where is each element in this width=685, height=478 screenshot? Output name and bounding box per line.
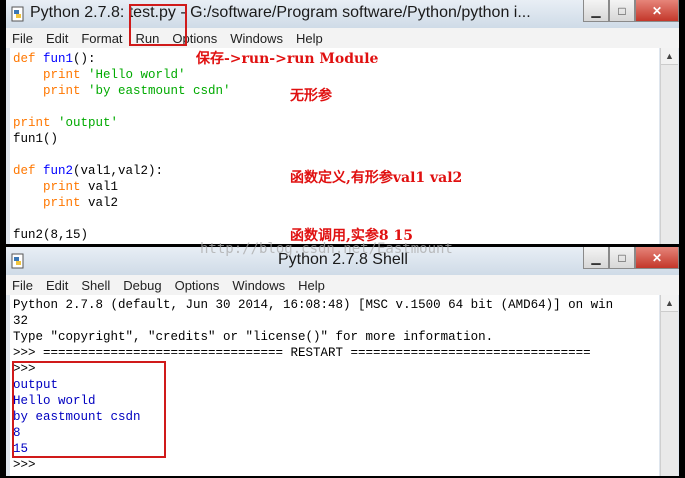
code-text: (val1,val2):: [73, 164, 164, 178]
code-line: print 'Hello world': [13, 67, 186, 83]
code-line: def fun1():: [13, 51, 96, 67]
python-file-icon: [11, 6, 24, 22]
annotation-save-run: 保存->run->run Module: [196, 51, 379, 67]
minimize-button[interactable]: ▁: [583, 247, 609, 269]
menu-file[interactable]: File: [12, 278, 33, 293]
code-line: fun2(8,15): [13, 228, 89, 242]
maximize-icon: □: [618, 3, 626, 18]
maximize-button[interactable]: □: [609, 247, 635, 269]
shell-restart-line: >>> ================================ RES…: [13, 346, 591, 360]
highlight-box-output: [12, 361, 166, 458]
scroll-up-icon[interactable]: ▲: [661, 48, 678, 65]
editor-menubar: File Edit Format Run Options Windows Hel…: [6, 28, 679, 48]
editor-window-title: Python 2.7.8: test.py - G:/software/Prog…: [30, 4, 531, 22]
minimize-icon: ▁: [591, 3, 601, 18]
title-path: - G:/software/Program software/Python/py…: [175, 4, 531, 21]
code-line: print 'by eastmount csdn': [13, 83, 231, 99]
menu-windows[interactable]: Windows: [232, 278, 285, 293]
code-text: val2: [88, 196, 119, 210]
function-name: fun1: [43, 52, 74, 66]
shell-banner-line: 32: [13, 314, 29, 328]
menu-help[interactable]: Help: [298, 278, 325, 293]
highlight-box-filename-run: [129, 4, 187, 46]
shell-window-controls: ▁ □ ✕: [583, 247, 679, 269]
keyword: print: [13, 180, 89, 194]
annotation-func-def: 函数定义,有形参val1 val2: [290, 170, 463, 186]
shell-banner-line: Type "copyright", "credits" or "license(…: [13, 330, 494, 344]
title-prefix: Python 2.7.8:: [30, 4, 129, 21]
code-line: print 'output': [13, 115, 118, 131]
editor-code-area[interactable]: def fun1(): print 'Hello world' print 'b…: [10, 48, 659, 244]
menu-windows[interactable]: Windows: [230, 31, 283, 46]
editor-titlebar[interactable]: Python 2.7.8: test.py - G:/software/Prog…: [6, 0, 679, 28]
close-button[interactable]: ✕: [635, 0, 679, 22]
menu-shell[interactable]: Shell: [81, 278, 110, 293]
keyword: print: [13, 116, 59, 130]
keyword: print: [13, 196, 89, 210]
menu-edit[interactable]: Edit: [46, 31, 68, 46]
shell-banner-line: Python 2.7.8 (default, Jun 30 2014, 16:0…: [13, 298, 614, 312]
keyword: print: [13, 68, 89, 82]
menu-help[interactable]: Help: [296, 31, 323, 46]
editor-window-controls: ▁ □ ✕: [583, 0, 679, 22]
menu-options[interactable]: Options: [175, 278, 220, 293]
shell-prompt[interactable]: >>>: [13, 457, 36, 473]
annotation-no-params: 无形参: [290, 88, 332, 104]
close-button[interactable]: ✕: [635, 247, 679, 269]
code-line: print val1: [13, 179, 118, 195]
maximize-icon: □: [618, 250, 626, 265]
minimize-button[interactable]: ▁: [583, 0, 609, 22]
shell-menubar: File Edit Shell Debug Options Windows He…: [6, 275, 679, 295]
menu-format[interactable]: Format: [81, 31, 122, 46]
minimize-icon: ▁: [591, 250, 601, 265]
python-shell-icon: [11, 253, 24, 269]
menu-debug[interactable]: Debug: [123, 278, 161, 293]
string-literal: 'output': [58, 116, 119, 130]
string-literal: 'Hello world': [88, 68, 186, 82]
code-line: print val2: [13, 195, 118, 211]
code-line: def fun2(val1,val2):: [13, 163, 163, 179]
editor-window: Python 2.7.8: test.py - G:/software/Prog…: [6, 0, 679, 244]
watermark: http://blog.csdn.net/Eastmount: [200, 241, 453, 257]
shell-scrollbar[interactable]: ▲: [660, 295, 678, 476]
maximize-button[interactable]: □: [609, 0, 635, 22]
keyword: print: [13, 84, 89, 98]
menu-edit[interactable]: Edit: [46, 278, 68, 293]
scroll-up-icon[interactable]: ▲: [661, 295, 678, 312]
function-name: fun2: [43, 164, 74, 178]
menu-file[interactable]: File: [12, 31, 33, 46]
keyword: def: [13, 164, 44, 178]
string-literal: 'by eastmount csdn': [88, 84, 231, 98]
keyword: def: [13, 52, 44, 66]
code-line: fun1(): [13, 132, 59, 146]
close-icon: ✕: [651, 3, 663, 18]
code-text: val1: [88, 180, 119, 194]
close-icon: ✕: [651, 250, 663, 265]
editor-scrollbar[interactable]: ▲: [660, 48, 678, 244]
code-text: ():: [73, 52, 96, 66]
